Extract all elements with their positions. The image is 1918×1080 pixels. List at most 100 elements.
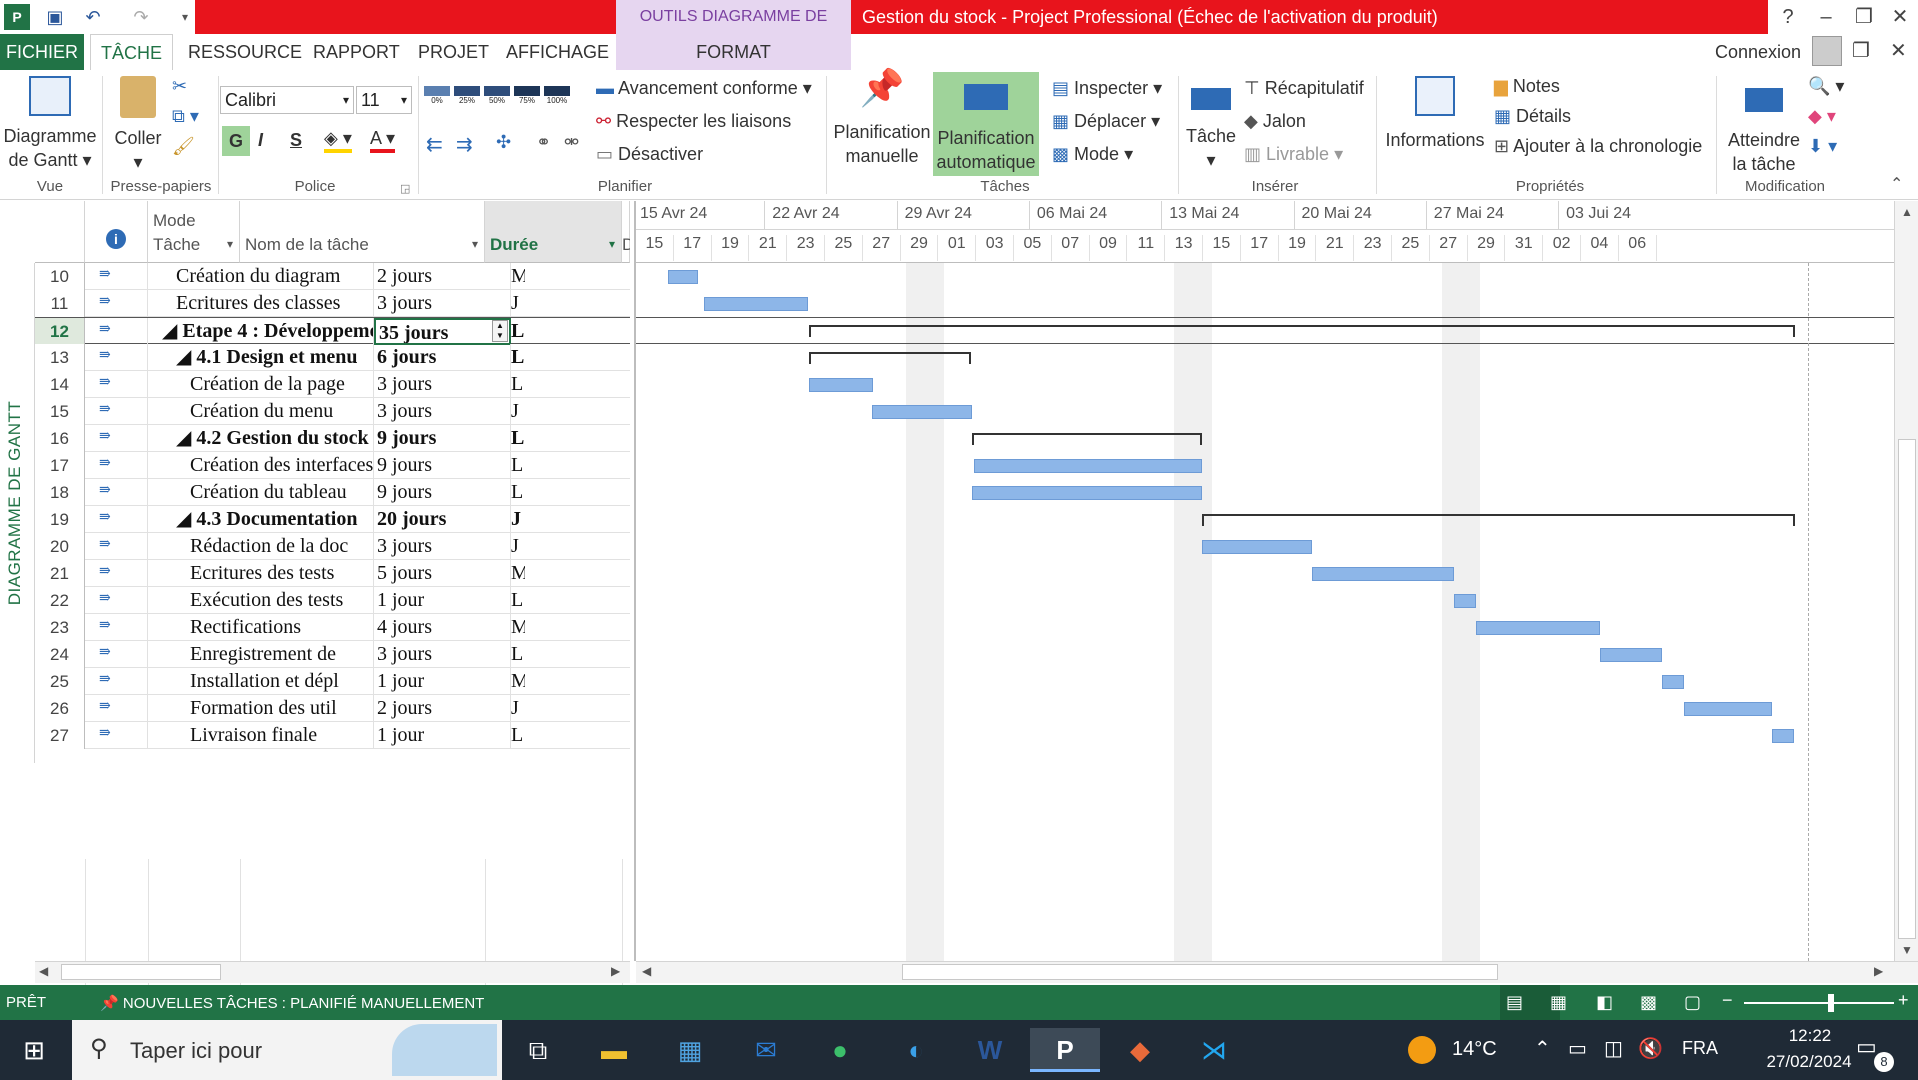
view-team-planner-icon[interactable]: ◧ xyxy=(1596,992,1613,1013)
windows-start-icon[interactable]: ⊞ xyxy=(12,1028,56,1072)
taskbar-search[interactable]: ⚲ Taper ici pour xyxy=(72,1020,502,1080)
tab-fichier[interactable]: FICHIER xyxy=(0,34,84,70)
task-mode-cell[interactable]: ⇛ xyxy=(85,641,148,668)
start-cell[interactable]: L xyxy=(511,425,525,452)
start-cell[interactable]: M xyxy=(511,263,525,290)
filter-arrow-icon[interactable]: ▾ xyxy=(609,237,615,251)
duration-cell[interactable]: 9 jours xyxy=(374,479,511,506)
task-name-cell[interactable]: ◢ 4.3 Documentation xyxy=(148,506,374,533)
table-row[interactable]: 24 ⇛ Enregistrement de 3 jours L xyxy=(35,641,630,668)
copy-icon[interactable]: ⧉ ▾ xyxy=(172,106,199,127)
task-name-cell[interactable]: Ecritures des classes xyxy=(148,290,374,317)
volume-icon[interactable]: 🔇 xyxy=(1638,1036,1663,1061)
word-icon[interactable]: W xyxy=(968,1028,1012,1072)
row-id[interactable]: 13 xyxy=(35,344,85,371)
scroll-thumb[interactable] xyxy=(1898,439,1916,939)
link-tasks-icon[interactable]: ⚭ xyxy=(536,132,551,153)
table-row[interactable]: 18 ⇛ Création du tableau 9 jours L xyxy=(35,479,630,506)
view-task-usage-icon[interactable]: ▦ xyxy=(1550,992,1567,1013)
task-name-cell[interactable]: Exécution des tests xyxy=(148,587,374,614)
table-row[interactable]: 15 ⇛ Création du menu 3 jours J xyxy=(35,398,630,425)
start-cell[interactable]: M xyxy=(511,560,525,587)
cut-icon[interactable]: ✂ xyxy=(172,76,187,97)
outdent-icon[interactable]: ⇇ xyxy=(426,132,443,157)
row-id[interactable]: 10 xyxy=(35,263,85,290)
duration-cell[interactable]: 35 jours xyxy=(374,318,511,345)
task-bar[interactable] xyxy=(1772,729,1794,743)
filter-arrow-icon[interactable]: ▾ xyxy=(227,237,233,251)
start-cell[interactable]: M xyxy=(511,668,525,695)
task-mode-cell[interactable]: ⇛ xyxy=(85,398,148,425)
scroll-up-icon[interactable]: ▲ xyxy=(1901,205,1913,219)
duration-cell[interactable]: 5 jours xyxy=(374,560,511,587)
clock-date[interactable]: 27/02/2024 xyxy=(1744,1052,1874,1072)
start-header[interactable]: D xyxy=(622,201,630,263)
task-bar[interactable] xyxy=(1202,540,1312,554)
row-id[interactable]: 24 xyxy=(35,641,85,668)
task-name-cell[interactable]: Installation et dépl xyxy=(148,668,374,695)
row-id[interactable]: 22 xyxy=(35,587,85,614)
task-mode-cell[interactable]: ⇛ xyxy=(85,344,148,371)
duration-spinner[interactable]: ▲ ▼ xyxy=(492,320,508,342)
task-name-cell[interactable]: ◢ Etape 4 : Développement xyxy=(148,318,374,345)
task-name-cell[interactable]: Enregistrement de xyxy=(148,641,374,668)
table-row[interactable]: 20 ⇛ Rédaction de la doc 3 jours J xyxy=(35,533,630,560)
duration-cell[interactable]: 3 jours xyxy=(374,371,511,398)
row-id[interactable]: 18 xyxy=(35,479,85,506)
weather-temp[interactable]: 14°C xyxy=(1452,1038,1497,1061)
unlink-tasks-icon[interactable]: ⚮ xyxy=(564,132,579,153)
indicators-header[interactable]: i xyxy=(85,201,148,263)
weather-icon[interactable] xyxy=(1408,1036,1436,1064)
row-id[interactable]: 15 xyxy=(35,398,85,425)
pct-0-button[interactable]: 0% xyxy=(424,86,450,110)
show-hidden-icons-icon[interactable]: ⌃ xyxy=(1534,1036,1551,1061)
table-row[interactable]: 17 ⇛ Création des interfaces 9 jours L xyxy=(35,452,630,479)
pct-75-button[interactable]: 75% xyxy=(514,86,540,110)
view-report-icon[interactable]: ▢ xyxy=(1684,992,1701,1013)
git-icon[interactable]: ◆ xyxy=(1118,1028,1162,1072)
summary-bar[interactable] xyxy=(809,325,1795,337)
table-row[interactable]: 11 ⇛ Ecritures des classes 3 jours J xyxy=(35,290,630,317)
zoom-in-icon[interactable]: + xyxy=(1898,990,1909,1011)
task-bar[interactable] xyxy=(1662,675,1684,689)
row-id[interactable]: 19 xyxy=(35,506,85,533)
row-id[interactable]: 16 xyxy=(35,425,85,452)
summary-button[interactable]: ⊤ Récapitulatif xyxy=(1244,78,1364,99)
edge-icon[interactable]: ◐ xyxy=(894,1028,938,1072)
table-row[interactable]: 14 ⇛ Création de la page 3 jours L xyxy=(35,371,630,398)
duration-cell[interactable]: 4 jours xyxy=(374,614,511,641)
save-icon[interactable]: ▣ xyxy=(42,4,68,30)
new-tasks-mode[interactable]: 📌 NOUVELLES TÂCHES : PLANIFIÉ MANUELLEME… xyxy=(100,994,484,1012)
table-row[interactable]: 21 ⇛ Ecritures des tests 5 jours M xyxy=(35,560,630,587)
indent-icon[interactable]: ⇉ xyxy=(456,132,473,157)
mode-button[interactable]: ▩ Mode ▾ xyxy=(1052,144,1133,165)
tab-tache[interactable]: TÂCHE xyxy=(90,34,174,70)
task-name-header[interactable]: Nom de la tâche ▾ xyxy=(240,201,485,263)
scroll-thumb[interactable] xyxy=(61,964,221,980)
start-cell[interactable]: J xyxy=(511,533,525,560)
avatar[interactable] xyxy=(1812,36,1842,66)
task-mode-cell[interactable]: ⇛ xyxy=(85,371,148,398)
mode-header[interactable]: Mode Tâche ▾ xyxy=(148,201,240,263)
task-name-cell[interactable]: ◢ 4.1 Design et menu xyxy=(148,344,374,371)
task-mode-cell[interactable]: ⇛ xyxy=(85,425,148,452)
row-id[interactable]: 20 xyxy=(35,533,85,560)
summary-bar[interactable] xyxy=(809,352,971,364)
auto-schedule-button[interactable]: Planification automatique xyxy=(933,72,1039,176)
tab-rapport[interactable]: RAPPORT xyxy=(303,34,410,70)
task-bar[interactable] xyxy=(1684,702,1772,716)
task-name-cell[interactable]: Formation des util xyxy=(148,695,374,722)
scroll-to-task-button[interactable]: Atteindre la tâche xyxy=(1722,76,1806,176)
row-id[interactable]: 14 xyxy=(35,371,85,398)
move-button[interactable]: ▦ Déplacer ▾ xyxy=(1052,111,1160,132)
duration-cell[interactable]: 3 jours xyxy=(374,641,511,668)
network-icon[interactable]: ◫ xyxy=(1604,1036,1623,1061)
zoom-slider-thumb[interactable] xyxy=(1828,994,1834,1012)
task-mode-cell[interactable]: ⇛ xyxy=(85,587,148,614)
paste-button[interactable]: Coller ▾ xyxy=(108,76,168,174)
battery-icon[interactable]: ▭ xyxy=(1568,1036,1587,1061)
view-resource-sheet-icon[interactable]: ▩ xyxy=(1640,992,1657,1013)
duration-cell[interactable]: 3 jours xyxy=(374,533,511,560)
format-painter-icon[interactable]: 🖌 xyxy=(172,136,195,157)
task-name-cell[interactable]: ◢ 4.2 Gestion du stock xyxy=(148,425,374,452)
